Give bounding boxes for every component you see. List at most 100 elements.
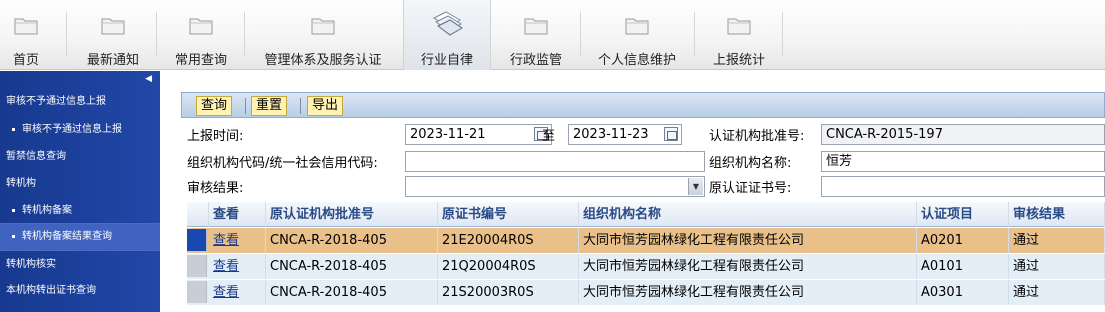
sidebar-divider	[0, 250, 160, 251]
cell-audit-result: 通过	[1009, 280, 1105, 305]
sidebar-subitem-transfer-filing[interactable]: 转机构备案	[0, 198, 160, 224]
nav-label: 管理体系及服务认证	[264, 53, 382, 68]
bullet-icon	[12, 127, 15, 131]
row-handle[interactable]	[187, 255, 207, 277]
nav-divider	[66, 12, 67, 56]
row-handle-header	[187, 202, 209, 227]
org-name-field[interactable]: 恒芳	[821, 151, 1105, 172]
folder-icon	[524, 18, 548, 35]
cell-cert-item: A0301	[917, 280, 1009, 305]
sidebar-item-transfer-org[interactable]: 转机构	[0, 171, 160, 197]
row-handle[interactable]	[187, 229, 207, 251]
date-to-value: 2023-11-23	[573, 127, 649, 142]
org-code-field[interactable]	[405, 151, 705, 172]
column-header[interactable]: 组织机构名称	[579, 202, 917, 227]
nav-label: 上报统计	[712, 53, 765, 68]
folder-icon	[14, 18, 38, 35]
sidebar-subitem-transfer-filing-result[interactable]: 转机构备案结果查询	[0, 224, 160, 250]
sidebar-item-label: 审核不予通过信息上报	[6, 96, 106, 107]
nav-item-common-query[interactable]: 常用查询	[166, 0, 236, 70]
nav-label: 个人信息维护	[597, 53, 676, 68]
cell-approval-no: CNCA-R-2018-405	[266, 228, 438, 253]
report-time-label: 上报时间:	[187, 129, 244, 144]
toolbar: 查询 重置 导出	[181, 92, 1105, 118]
row-handle[interactable]	[187, 281, 207, 303]
table-row[interactable]: 查看 CNCA-R-2018-405 21E20004R0S 大同市恒芳园林绿化…	[187, 228, 1105, 253]
column-header[interactable]: 查看	[209, 202, 266, 227]
nav-item-industry-self-discipline[interactable]: 行业自律	[403, 0, 491, 70]
top-navigation: 首页 最新通知 常用查询 管理体系及服务认证 行业自律 行政监管 个人信息维护 …	[0, 0, 1105, 70]
view-link[interactable]: 查看	[209, 228, 266, 253]
cell-approval-no: CNCA-R-2018-405	[266, 254, 438, 279]
approval-no-field[interactable]: CNCA-R-2015-197	[821, 124, 1105, 145]
column-header[interactable]: 原认证机构批准号	[266, 202, 438, 227]
column-header[interactable]: 审核结果	[1009, 202, 1105, 227]
cell-approval-no: CNCA-R-2018-405	[266, 280, 438, 305]
nav-label: 行业自律	[420, 53, 473, 68]
toolbar-separator	[300, 98, 301, 114]
org-name-label: 组织机构名称:	[709, 156, 792, 171]
nav-label: 常用查询	[174, 53, 227, 68]
nav-divider	[244, 12, 245, 56]
chevron-down-icon[interactable]: ▼	[688, 178, 703, 195]
cell-audit-result: 通过	[1009, 254, 1105, 279]
cell-org-name: 大同市恒芳园林绿化工程有限责任公司	[579, 228, 917, 253]
folder-icon	[625, 18, 649, 35]
sidebar-item-label: 转机构	[6, 178, 36, 189]
view-link[interactable]: 查看	[209, 254, 266, 279]
sidebar-item-transfer-verify[interactable]: 转机构核实	[0, 252, 160, 278]
sidebar-subitem-audit-fail-report[interactable]: 审核不予通过信息上报	[0, 117, 160, 143]
cell-audit-result: 通过	[1009, 228, 1105, 253]
date-from-value: 2023-11-21	[410, 127, 486, 142]
table-row[interactable]: 查看 CNCA-R-2018-405 21S20003R0S 大同市恒芳园林绿化…	[187, 280, 1105, 305]
view-link[interactable]: 查看	[209, 280, 266, 305]
nav-divider	[156, 12, 157, 56]
nav-item-administrative-supervision[interactable]: 行政监管	[500, 0, 572, 70]
sidebar-item-label: 暂禁信息查询	[6, 151, 66, 162]
table-row[interactable]: 查看 CNCA-R-2018-405 21Q20004R0S 大同市恒芳园林绿化…	[187, 254, 1105, 279]
cell-cert-no: 21Q20004R0S	[438, 254, 579, 279]
export-button[interactable]: 导出	[307, 96, 344, 116]
nav-label: 最新通知	[86, 53, 139, 68]
search-form: 上报时间: 2023-11-21 至 2023-11-23 认证机构批准号: C…	[181, 118, 1105, 197]
nav-divider	[782, 12, 783, 56]
nav-item-home[interactable]: 首页	[0, 0, 52, 70]
column-header[interactable]: 原证书编号	[438, 202, 579, 227]
column-header[interactable]: 认证项目	[917, 202, 1009, 227]
date-from-field[interactable]: 2023-11-21	[405, 124, 552, 145]
collapse-sidebar-icon[interactable]: ◀	[145, 74, 152, 84]
orig-cert-no-label: 原认证证书号:	[709, 181, 792, 196]
sidebar-item-audit-fail-report[interactable]: 审核不予通过信息上报	[0, 89, 160, 115]
cell-cert-no: 21S20003R0S	[438, 280, 579, 305]
sidebar-header: ◀	[0, 71, 160, 88]
nav-label: 行政监管	[509, 53, 562, 68]
sidebar-item-label: 本机构转出证书查询	[6, 285, 96, 296]
sidebar-item-outgoing-cert-query[interactable]: 本机构转出证书查询	[0, 278, 160, 304]
sidebar-item-label: 审核不予通过信息上报	[22, 124, 122, 135]
nav-item-management-certification[interactable]: 管理体系及服务认证	[252, 0, 394, 70]
orig-cert-no-field[interactable]	[821, 176, 1105, 197]
nav-item-report-statistics[interactable]: 上报统计	[702, 0, 776, 70]
documents-icon	[432, 11, 463, 36]
left-sidebar: ◀ 审核不予通过信息上报 审核不予通过信息上报 暂禁信息查询 转机构 转机构备案…	[0, 71, 160, 312]
org-code-label: 组织机构代码/统一社会信用代码:	[187, 156, 378, 171]
calendar-icon[interactable]	[664, 127, 678, 141]
folder-icon	[727, 18, 751, 35]
nav-item-personal-info[interactable]: 个人信息维护	[588, 0, 686, 70]
cell-org-name: 大同市恒芳园林绿化工程有限责任公司	[579, 254, 917, 279]
bullet-icon	[12, 234, 15, 238]
date-to-field[interactable]: 2023-11-23	[568, 124, 682, 145]
cell-cert-item: A0201	[917, 228, 1009, 253]
reset-button[interactable]: 重置	[251, 96, 288, 116]
cell-cert-no: 21E20004R0S	[438, 228, 579, 253]
sidebar-item-label: 转机构核实	[6, 259, 56, 270]
nav-item-latest-notice[interactable]: 最新通知	[78, 0, 148, 70]
to-label: 至	[542, 129, 556, 144]
results-table: 查看 原认证机构批准号 原证书编号 组织机构名称 认证项目 审核结果 查看 CN…	[187, 202, 1105, 312]
nav-divider	[694, 12, 695, 56]
query-button[interactable]: 查询	[196, 96, 233, 116]
folder-icon	[311, 18, 335, 35]
sidebar-item-label: 转机构备案结果查询	[22, 231, 112, 242]
sidebar-item-suspension-query[interactable]: 暂禁信息查询	[0, 144, 160, 170]
audit-result-select[interactable]: ▼	[405, 176, 705, 197]
